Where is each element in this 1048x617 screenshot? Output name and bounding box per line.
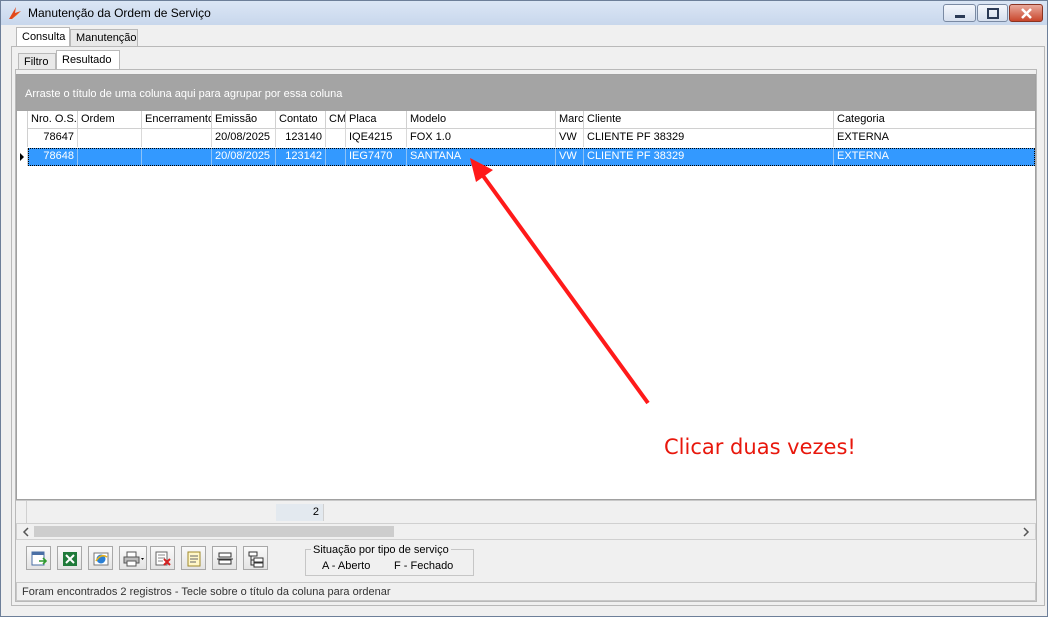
cell-ordem	[78, 129, 142, 147]
results-grid[interactable]: Arraste o título de uma coluna aqui para…	[16, 74, 1036, 500]
table-row[interactable]: 78647 20/08/2025 123140 IQE4215 FOX 1.0 …	[28, 129, 1035, 147]
cell-categoria: EXTERNA	[837, 131, 889, 143]
print-icon	[123, 551, 144, 567]
horizontal-scrollbar[interactable]	[16, 523, 1036, 540]
cell-emissao: 20/08/2025	[212, 148, 276, 166]
cell-categoria: EXTERNA	[837, 150, 889, 162]
browser-icon	[93, 552, 109, 566]
excel-icon	[63, 552, 77, 566]
legend-aberto: A - Aberto	[322, 560, 371, 572]
column-header-ordem[interactable]: Ordem	[78, 111, 142, 129]
browser-button[interactable]	[88, 546, 113, 570]
delete-doc-icon	[155, 551, 171, 566]
cell-encerramento	[142, 129, 212, 147]
export-button[interactable]	[26, 546, 51, 570]
app-logo-icon	[9, 7, 21, 19]
close-button[interactable]	[1009, 4, 1043, 22]
table-row-selected[interactable]: 78648 20/08/2025 123142 IEG7470 SANTANA …	[28, 148, 1035, 166]
cell-contato: 123142	[276, 148, 326, 166]
footer-indicator	[16, 501, 27, 523]
column-header-cm[interactable]: CM	[326, 111, 346, 129]
cell-modelo: SANTANA	[407, 148, 556, 166]
tab-resultado[interactable]: Resultado	[56, 50, 120, 69]
collapse-icon	[217, 552, 233, 565]
window-title: Manutenção da Ordem de Serviço	[28, 6, 211, 20]
close-icon	[1021, 8, 1032, 19]
minimize-button[interactable]	[943, 4, 976, 22]
column-header-categoria[interactable]: Categoria	[834, 111, 1035, 129]
cell-encerramento	[142, 148, 212, 166]
cell-ordem	[78, 148, 142, 166]
header-indicator	[17, 111, 28, 129]
cell-marca: VW	[556, 148, 584, 166]
cell-emissao: 20/08/2025	[212, 129, 276, 147]
expand-icon	[248, 551, 264, 568]
tab-filtro[interactable]: Filtro	[18, 53, 56, 70]
record-count-summary: 2	[276, 504, 324, 521]
cell-contato: 123140	[276, 129, 326, 147]
tab-manutencao[interactable]: Manutenção	[70, 29, 138, 46]
legend-title: Situação por tipo de serviço	[311, 544, 451, 556]
print-button[interactable]	[119, 546, 147, 570]
scrollbar-thumb[interactable]	[34, 526, 394, 537]
maximize-button[interactable]	[977, 4, 1008, 22]
cell-modelo: FOX 1.0	[407, 129, 556, 147]
cell-nro-os: 78648	[28, 148, 78, 166]
column-header-cliente[interactable]: Cliente	[584, 111, 834, 129]
column-header-emissao[interactable]: Emissão	[212, 111, 276, 129]
group-by-bar[interactable]: Arraste o título de uma coluna aqui para…	[17, 75, 1035, 111]
cell-cliente: CLIENTE PF 38329	[584, 148, 834, 166]
column-header-encerramento[interactable]: Encerramento	[142, 111, 212, 129]
export-icon	[31, 551, 48, 566]
column-header-modelo[interactable]: Modelo	[407, 111, 556, 129]
row-indicator[interactable]	[17, 129, 28, 147]
excel-button[interactable]	[57, 546, 82, 570]
column-header-placa[interactable]: Placa	[346, 111, 407, 129]
current-row-arrow-icon	[20, 153, 24, 161]
tab-consulta[interactable]: Consulta	[16, 27, 70, 46]
expand-button[interactable]	[243, 546, 268, 570]
column-header-contato[interactable]: Contato	[276, 111, 326, 129]
collapse-button[interactable]	[212, 546, 237, 570]
row-indicator-current[interactable]	[17, 148, 28, 166]
group-by-hint: Arraste o título de uma coluna aqui para…	[25, 88, 343, 100]
cell-nro-os: 78647	[28, 129, 78, 147]
scroll-left-icon[interactable]	[19, 525, 33, 539]
minimize-icon	[955, 15, 965, 18]
document-button[interactable]	[181, 546, 206, 570]
annotation-text: Clicar duas vezes!	[664, 435, 856, 459]
delete-document-button[interactable]	[150, 546, 175, 570]
column-header-marca[interactable]: Marc	[556, 111, 584, 129]
legend-fechado: F - Fechado	[394, 560, 454, 572]
cell-placa: IQE4215	[346, 129, 407, 147]
maximize-icon	[987, 8, 999, 19]
grid-footer: 2	[16, 500, 1036, 523]
cell-cm	[326, 148, 346, 166]
document-icon	[187, 551, 201, 567]
cell-marca: VW	[556, 129, 584, 147]
column-header-nro-os[interactable]: Nro. O.S.	[28, 111, 78, 129]
title-bar[interactable]: Manutenção da Ordem de Serviço	[1, 1, 1047, 25]
cell-cm	[326, 129, 346, 147]
cell-cliente: CLIENTE PF 38329	[584, 129, 834, 147]
cell-placa: IEG7470	[346, 148, 407, 166]
status-bar: Foram encontrados 2 registros - Tecle so…	[16, 582, 1036, 601]
main-window: Manutenção da Ordem de Serviço Consulta …	[0, 0, 1048, 617]
scroll-right-icon[interactable]	[1019, 525, 1033, 539]
